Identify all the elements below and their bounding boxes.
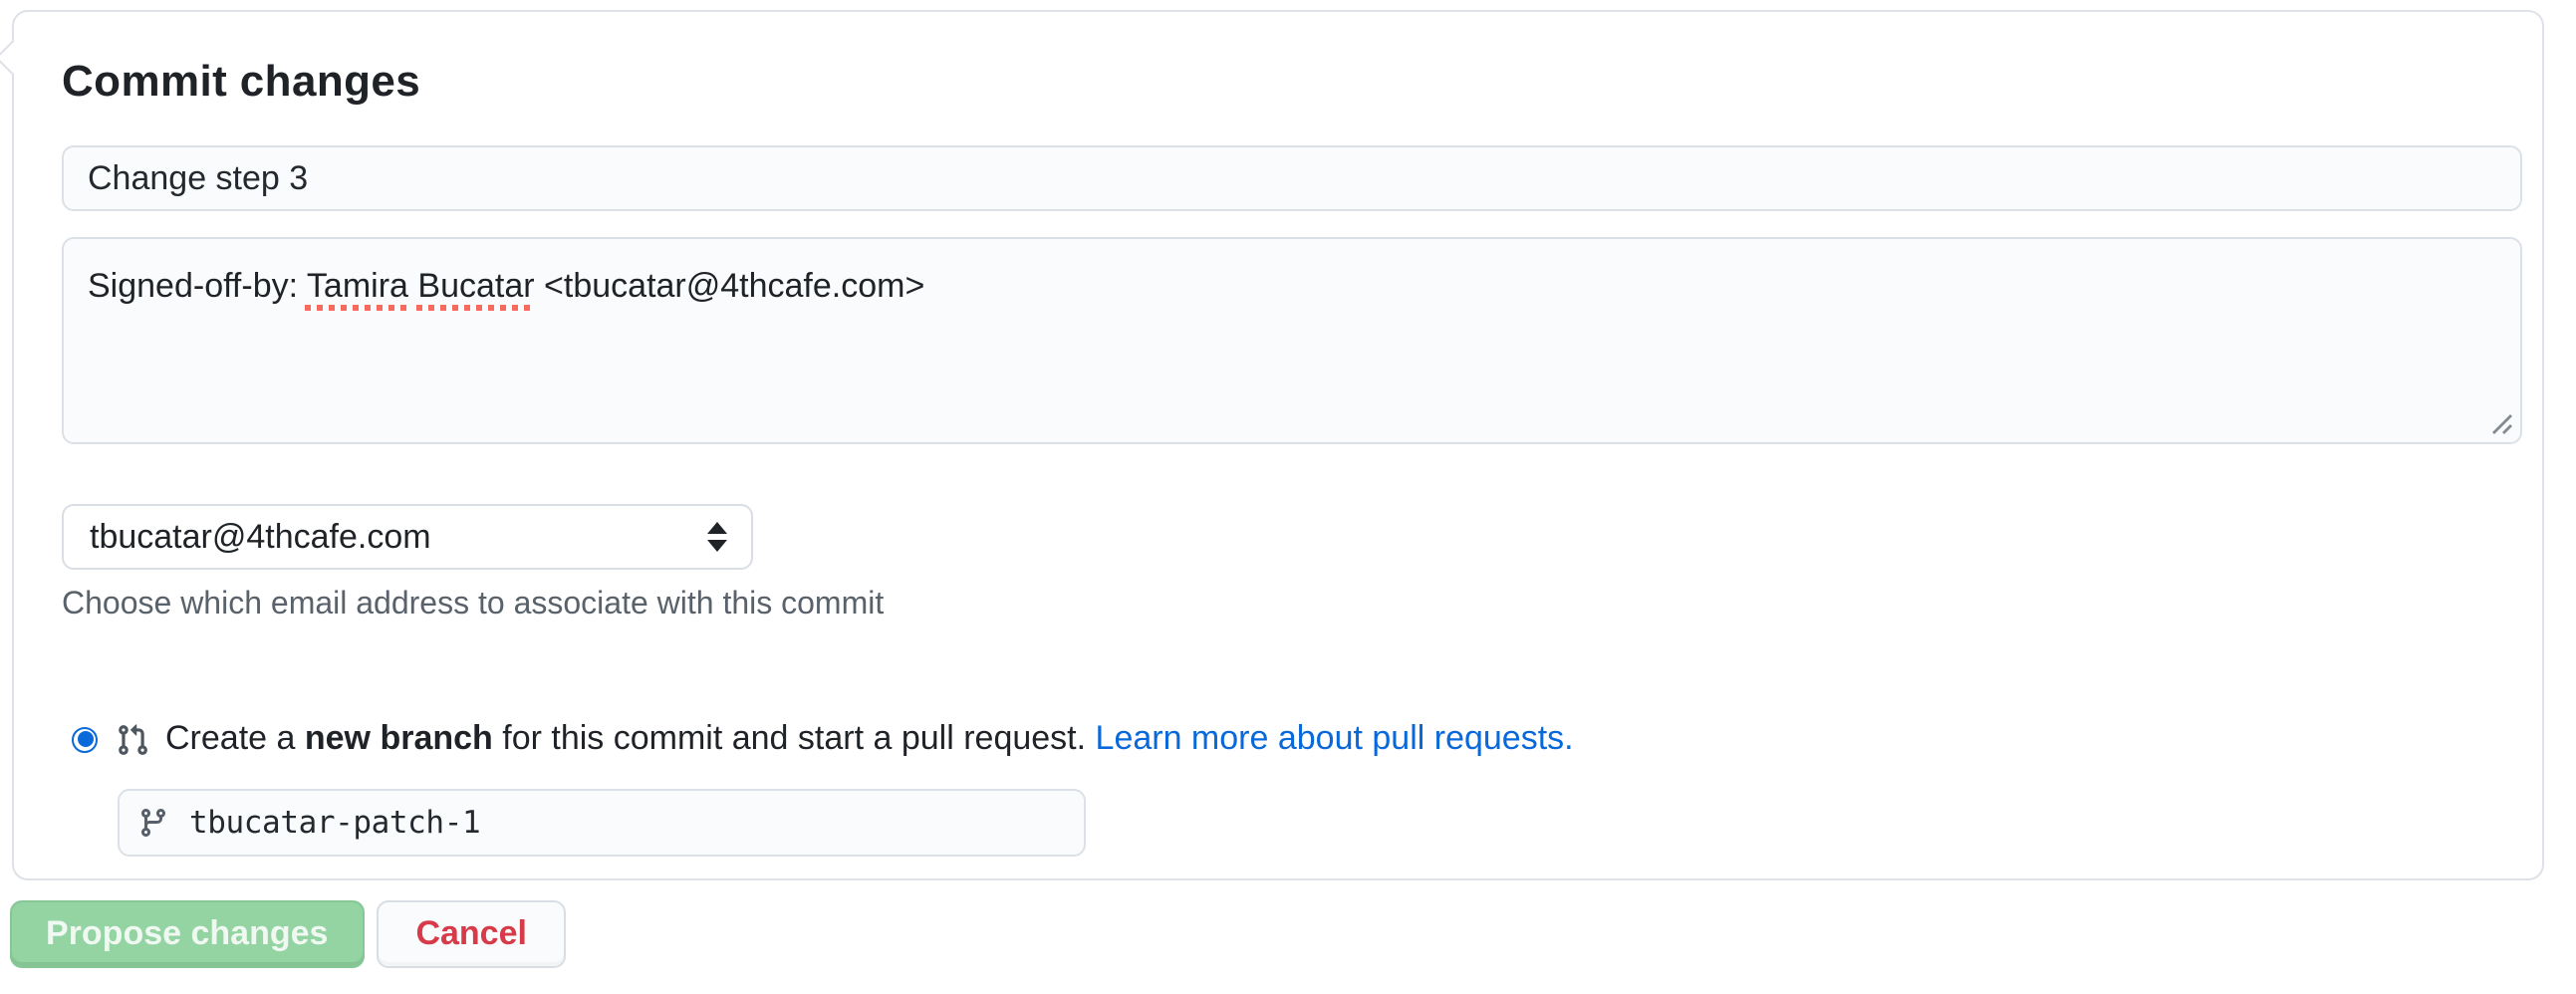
signoff-text: Signed-off-by: [88, 267, 307, 305]
form-actions: Propose changes Cancel [10, 900, 567, 968]
branch-name-value: tbucatar-patch-1 [189, 805, 480, 841]
commit-changes-page: Commit changes Signed-off-by: Tamira Buc… [0, 0, 2576, 994]
propose-changes-button[interactable]: Propose changes [10, 900, 364, 968]
page-title: Commit changes [62, 56, 420, 108]
commit-form-card: Commit changes Signed-off-by: Tamira Buc… [12, 10, 2544, 880]
misspelled-word: Tamira [307, 267, 408, 305]
up-down-caret-icon [707, 522, 727, 552]
textarea-resize-grip-icon[interactable] [2488, 410, 2514, 436]
commit-summary-input[interactable] [62, 145, 2522, 211]
email-helper-text: Choose which email address to associate … [62, 586, 884, 625]
commit-description-textarea[interactable]: Signed-off-by: Tamira Bucatar <tbucatar@… [62, 237, 2522, 444]
misspelled-word: Bucatar [417, 267, 534, 305]
email-select-value: tbucatar@4thcafe.com [90, 517, 431, 557]
learn-more-link[interactable]: Learn more about pull requests. [1096, 719, 1574, 757]
git-branch-icon [137, 807, 169, 839]
git-pull-request-icon [116, 722, 149, 756]
signoff-email-text: <tbucatar@4thcafe.com> [535, 267, 925, 305]
create-branch-label: Create a new branch for this commit and … [165, 719, 1574, 759]
branch-name-input[interactable]: tbucatar-patch-1 [118, 789, 1086, 857]
create-branch-option-row: Create a new branch for this commit and … [72, 721, 1574, 757]
create-branch-radio[interactable] [72, 726, 98, 752]
cancel-button[interactable]: Cancel [376, 900, 567, 968]
email-select[interactable]: tbucatar@4thcafe.com [62, 504, 753, 570]
bubble-caret [0, 41, 29, 75]
